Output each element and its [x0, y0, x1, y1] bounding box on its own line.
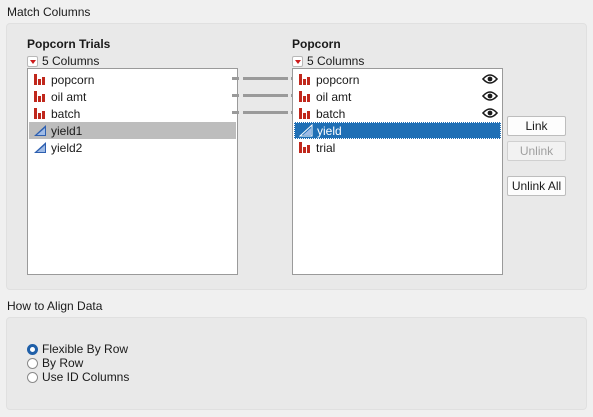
- right-column-list[interactable]: popcorn oil amt batch yield trial: [292, 68, 503, 275]
- radio-unselected-icon[interactable]: [27, 371, 38, 383]
- align-data-panel: [6, 317, 587, 410]
- eye-icon[interactable]: [482, 107, 498, 119]
- list-item-label: trial: [316, 140, 336, 155]
- list-item-label: yield2: [51, 140, 83, 155]
- link-connector-left: [232, 94, 239, 97]
- right-column-count[interactable]: 5 Columns: [292, 54, 364, 68]
- radio-use-id-columns[interactable]: Use ID Columns: [27, 370, 129, 384]
- list-item-yield2[interactable]: yield2: [29, 139, 236, 156]
- nominal-bar-icon: [299, 142, 310, 153]
- list-item-batch[interactable]: batch: [294, 105, 501, 122]
- right-column-count-label: 5 Columns: [307, 54, 365, 68]
- link-line-batch[interactable]: [243, 111, 288, 114]
- list-item-yield[interactable]: yield: [294, 122, 501, 139]
- radio-flexible-by-row[interactable]: Flexible By Row: [27, 342, 128, 356]
- radio-unselected-icon[interactable]: [27, 357, 38, 369]
- link-button[interactable]: Link: [507, 116, 566, 136]
- unlink-button[interactable]: Unlink: [507, 141, 566, 161]
- list-item-label: popcorn: [51, 72, 95, 87]
- link-line-popcorn[interactable]: [243, 77, 288, 80]
- left-column-count[interactable]: 5 Columns: [27, 54, 99, 68]
- list-item-yield1[interactable]: yield1: [29, 122, 236, 139]
- link-connector-left: [232, 77, 239, 80]
- radio-label: Use ID Columns: [42, 370, 130, 384]
- list-item-label: oil amt: [51, 89, 87, 104]
- link-connector-left: [232, 111, 239, 114]
- left-table-title: Popcorn Trials: [27, 37, 111, 51]
- unlink-all-button[interactable]: Unlink All: [507, 176, 566, 196]
- dropdown-arrow-icon[interactable]: [27, 55, 38, 67]
- left-column-list[interactable]: popcorn oil amt batch yield1 yield2: [27, 68, 238, 275]
- list-item-oil-amt[interactable]: oil amt: [29, 88, 236, 105]
- nominal-bar-icon: [299, 74, 310, 85]
- list-item-label: batch: [51, 106, 81, 121]
- list-item-label: yield1: [51, 123, 83, 138]
- eye-icon[interactable]: [482, 90, 498, 102]
- continuous-triangle-icon: [34, 142, 46, 153]
- radio-label: By Row: [42, 356, 84, 370]
- radio-label: Flexible By Row: [42, 342, 129, 356]
- radio-selected-icon[interactable]: [27, 343, 38, 355]
- list-item-label: popcorn: [316, 72, 360, 87]
- match-columns-title: Match Columns: [7, 5, 91, 19]
- nominal-bar-icon: [299, 91, 310, 102]
- list-item-batch[interactable]: batch: [29, 105, 236, 122]
- nominal-bar-icon: [34, 74, 45, 85]
- list-item-label: oil amt: [316, 89, 352, 104]
- align-data-title: How to Align Data: [7, 299, 103, 313]
- nominal-bar-icon: [34, 108, 45, 119]
- link-line-oil-amt[interactable]: [243, 94, 288, 97]
- continuous-triangle-icon: [34, 125, 46, 136]
- list-item-popcorn[interactable]: popcorn: [294, 71, 501, 88]
- left-column-count-label: 5 Columns: [42, 54, 100, 68]
- dropdown-arrow-icon[interactable]: [292, 55, 303, 67]
- list-item-popcorn[interactable]: popcorn: [29, 71, 236, 88]
- eye-icon[interactable]: [482, 73, 498, 85]
- list-item-label: batch: [316, 106, 346, 121]
- nominal-bar-icon: [34, 91, 45, 102]
- continuous-triangle-icon: [299, 124, 313, 137]
- right-table-title: Popcorn: [292, 37, 341, 51]
- radio-by-row[interactable]: By Row: [27, 356, 83, 370]
- list-item-oil-amt[interactable]: oil amt: [294, 88, 501, 105]
- list-item-trial[interactable]: trial: [294, 139, 501, 156]
- nominal-bar-icon: [299, 108, 310, 119]
- list-item-label: yield: [317, 123, 342, 138]
